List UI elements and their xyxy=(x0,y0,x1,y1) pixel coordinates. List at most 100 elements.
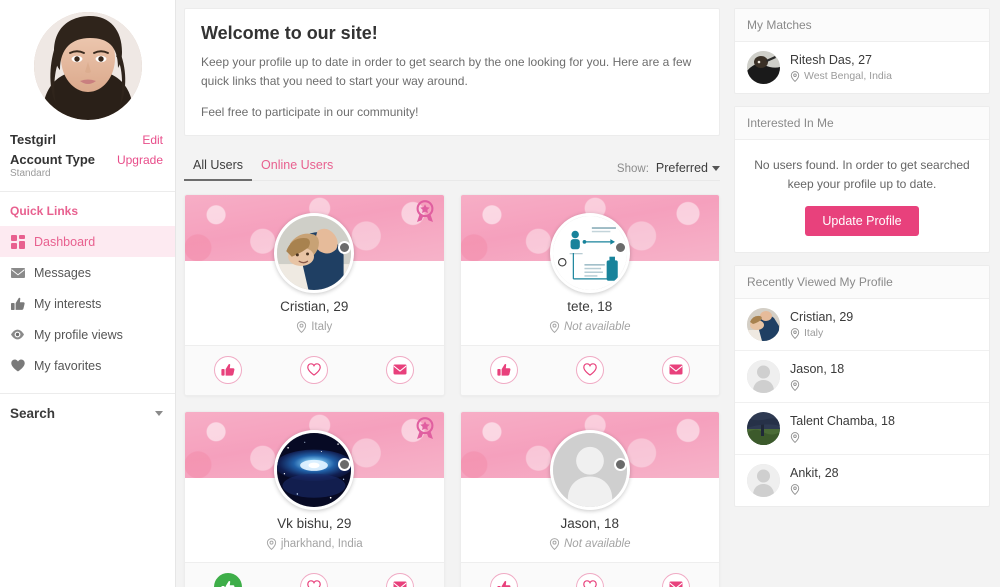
message-button[interactable] xyxy=(386,355,415,384)
favorite-button[interactable] xyxy=(300,355,329,384)
card-location: jharkhand, India xyxy=(193,538,436,550)
card-user-name: Vk bishu, 29 xyxy=(277,515,352,531)
left-sidebar: Testgirl Edit Account Type Upgrade Stand… xyxy=(0,0,176,587)
username: Testgirl xyxy=(10,132,56,147)
list-item[interactable]: Ankit, 28 xyxy=(735,455,989,506)
heart-icon xyxy=(307,363,322,377)
list-item-info: Talent Chamba, 18 xyxy=(790,414,895,443)
welcome-title: Welcome to our site! xyxy=(201,23,378,43)
person-name: Talent Chamba, 18 xyxy=(790,414,895,429)
show-filter-label: Show: xyxy=(616,162,649,175)
avatar xyxy=(747,360,780,394)
envelope-icon xyxy=(669,581,683,587)
placeholder-silhouette-icon xyxy=(747,464,780,498)
list-item-info: Jason, 18 xyxy=(790,362,844,391)
avatar-portrait-icon xyxy=(33,12,142,120)
user-card[interactable]: tete, 18 Not available xyxy=(459,193,720,396)
user-card[interactable]: Jason, 18 Not available xyxy=(459,410,720,587)
location-pin-icon xyxy=(266,537,276,550)
sidebar-item-messages[interactable]: Messages xyxy=(0,257,175,288)
dark-photo-icon xyxy=(747,51,780,84)
heart-icon xyxy=(582,580,597,587)
show-filter-value: Preferred xyxy=(655,160,708,175)
chevron-down-icon xyxy=(712,166,720,172)
heart-icon xyxy=(307,580,322,587)
sidebar-item-dashboard[interactable]: Dashboard xyxy=(0,226,175,257)
main-content: Welcome to our site! Keep your profile u… xyxy=(176,0,730,587)
card-location: Italy xyxy=(193,321,436,333)
avatar[interactable] xyxy=(33,12,142,120)
user-card[interactable]: Vk bishu, 29 jharkhand, India xyxy=(184,410,445,587)
card-actions xyxy=(185,344,444,395)
location-pin-icon xyxy=(790,483,800,495)
tab-online-users[interactable]: Online Users xyxy=(252,152,342,181)
profile-avatar-wrap xyxy=(0,0,175,130)
user-card[interactable]: Cristian, 29 Italy xyxy=(184,193,445,396)
welcome-paragraph-2: Feel free to participate in our communit… xyxy=(201,104,419,119)
favorite-button[interactable] xyxy=(575,355,604,384)
message-button[interactable] xyxy=(386,572,415,587)
person-name: Ankit, 28 xyxy=(790,466,839,481)
person-name: Cristian, 29 xyxy=(790,310,854,325)
person-location xyxy=(790,379,844,391)
sidebar-item-label: My favorites xyxy=(34,358,102,373)
account-type-value: Standard xyxy=(10,168,51,179)
heart-icon xyxy=(582,363,597,377)
account-type-row: Account Type Upgrade xyxy=(0,147,175,167)
upgrade-link[interactable]: Upgrade xyxy=(117,153,163,167)
panel-recently-viewed: Recently Viewed My Profile Cristian, 29 xyxy=(734,265,990,508)
list-item-info: Cristian, 29 Italy xyxy=(790,310,853,339)
account-type-label: Account Type xyxy=(10,152,95,167)
favorite-button[interactable] xyxy=(300,572,329,587)
list-item[interactable]: Jason, 18 xyxy=(735,351,989,404)
like-button[interactable] xyxy=(489,572,518,587)
sidebar-item-label: My profile views xyxy=(34,327,123,342)
like-button[interactable] xyxy=(214,355,243,384)
sidebar-item-my-profile-views[interactable]: My profile views xyxy=(0,319,175,350)
message-button[interactable] xyxy=(661,355,690,384)
list-item[interactable]: Talent Chamba, 18 xyxy=(735,403,989,456)
user-cards-grid: Cristian, 29 Italy tete, 18 Not availabl… xyxy=(184,193,720,587)
edit-profile-link[interactable]: Edit xyxy=(142,133,163,147)
welcome-card: Welcome to our site! Keep your profile u… xyxy=(184,8,720,136)
sidebar-item-my-interests[interactable]: My interests xyxy=(0,288,175,319)
sidebar-item-label: Messages xyxy=(34,265,91,280)
username-row: Testgirl Edit xyxy=(0,130,175,147)
avatar xyxy=(747,51,780,84)
person-location xyxy=(790,431,895,443)
location-pin-icon xyxy=(790,327,800,339)
placeholder-silhouette-icon xyxy=(552,432,627,507)
welcome-paragraph-1: Keep your profile up to date in order to… xyxy=(201,55,692,89)
list-item[interactable]: Cristian, 29 Italy xyxy=(735,299,989,352)
person-location: Italy xyxy=(790,327,853,339)
tab-all-users[interactable]: All Users xyxy=(184,152,253,181)
heart-icon xyxy=(10,358,25,373)
panel-title: Recently Viewed My Profile xyxy=(735,266,989,300)
search-section-toggle[interactable]: Search xyxy=(0,393,175,433)
card-location-text: Not available xyxy=(564,320,631,333)
sidebar-item-my-favorites[interactable]: My favorites xyxy=(0,350,175,381)
verified-badge-icon xyxy=(416,417,433,439)
card-location: Not available xyxy=(469,538,712,550)
favorite-button[interactable] xyxy=(575,572,604,587)
location-pin-icon xyxy=(549,320,560,333)
users-toolbar: All Users Online Users Show: Preferred xyxy=(184,152,720,181)
user-tabs: All Users Online Users xyxy=(184,152,342,181)
list-item[interactable]: Ritesh Das, 27 West Bengal, India xyxy=(735,42,989,93)
card-actions xyxy=(460,561,719,587)
couple-photo-icon xyxy=(747,308,780,342)
app-root: Testgirl Edit Account Type Upgrade Stand… xyxy=(0,0,1000,587)
show-filter-dropdown[interactable]: Preferred xyxy=(656,161,720,175)
avatar xyxy=(747,412,780,446)
card-user-name: Cristian, 29 xyxy=(280,298,349,314)
panel-title: My Matches xyxy=(735,9,989,42)
like-button[interactable] xyxy=(489,355,518,384)
message-button[interactable] xyxy=(661,572,690,587)
thumbs-up-icon xyxy=(10,296,25,311)
like-button[interactable] xyxy=(214,572,243,587)
person-location-text: West Bengal, India xyxy=(804,70,892,82)
update-profile-button[interactable]: Update Profile xyxy=(805,206,919,237)
person-name: Jason, 18 xyxy=(790,362,845,377)
avatar xyxy=(747,308,780,342)
card-location-text: Not available xyxy=(564,537,631,550)
